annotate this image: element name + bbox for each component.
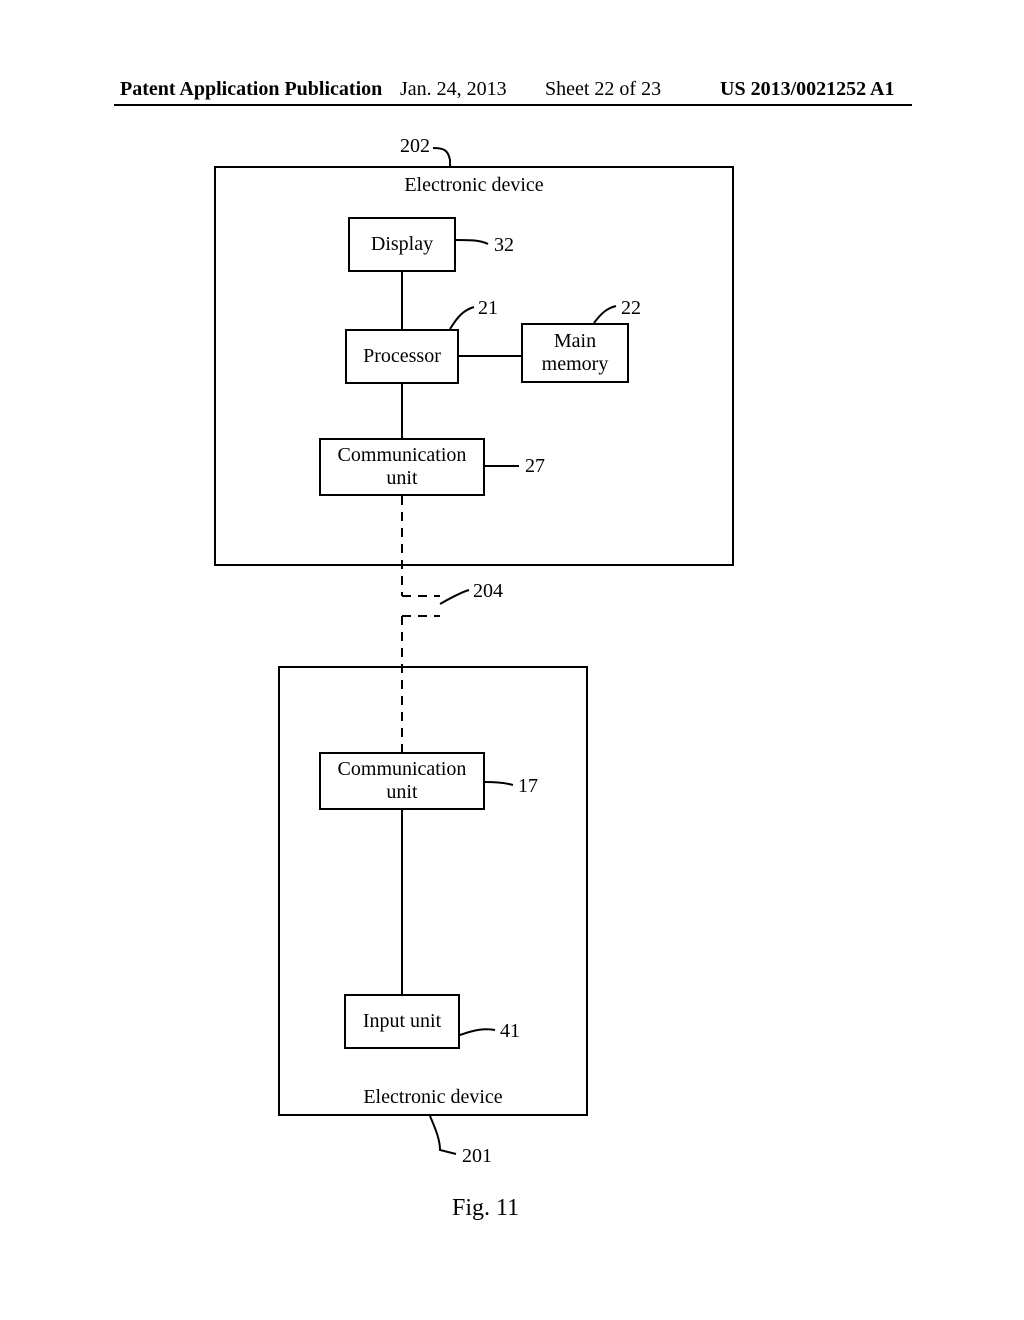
ref-201: 201 <box>462 1145 492 1168</box>
device-top-title: Electronic device <box>374 174 574 197</box>
processor-label: Processor <box>363 345 441 368</box>
main-memory-label: Main memory <box>542 330 609 376</box>
ref-21: 21 <box>478 297 498 320</box>
input-unit-box: Input unit <box>344 994 460 1049</box>
device-bottom-title: Electronic device <box>333 1086 533 1109</box>
header-date: Jan. 24, 2013 <box>400 78 507 101</box>
ref-202: 202 <box>400 135 430 158</box>
input-unit-label: Input unit <box>363 1010 441 1033</box>
header-sheet: Sheet 22 of 23 <box>545 78 661 101</box>
patent-figure-page: Patent Application Publication Jan. 24, … <box>0 0 1024 1320</box>
display-box: Display <box>348 217 456 272</box>
main-memory-box: Main memory <box>521 323 629 383</box>
device-top-box <box>214 166 734 566</box>
comm-unit-bottom-box: Communication unit <box>319 752 485 810</box>
ref-22: 22 <box>621 297 641 320</box>
ref-32: 32 <box>494 234 514 257</box>
header-rule <box>114 104 912 106</box>
ref-17: 17 <box>518 775 538 798</box>
processor-box: Processor <box>345 329 459 384</box>
ref-41: 41 <box>500 1020 520 1043</box>
header-publication-number: US 2013/0021252 A1 <box>720 78 894 101</box>
ref-27: 27 <box>525 455 545 478</box>
comm-unit-bottom-label: Communication unit <box>338 758 467 804</box>
display-label: Display <box>371 233 433 256</box>
comm-unit-top-box: Communication unit <box>319 438 485 496</box>
comm-unit-top-label: Communication unit <box>338 444 467 490</box>
ref-204: 204 <box>473 580 503 603</box>
header-publication-type: Patent Application Publication <box>120 78 382 101</box>
figure-caption: Fig. 11 <box>452 1195 519 1222</box>
